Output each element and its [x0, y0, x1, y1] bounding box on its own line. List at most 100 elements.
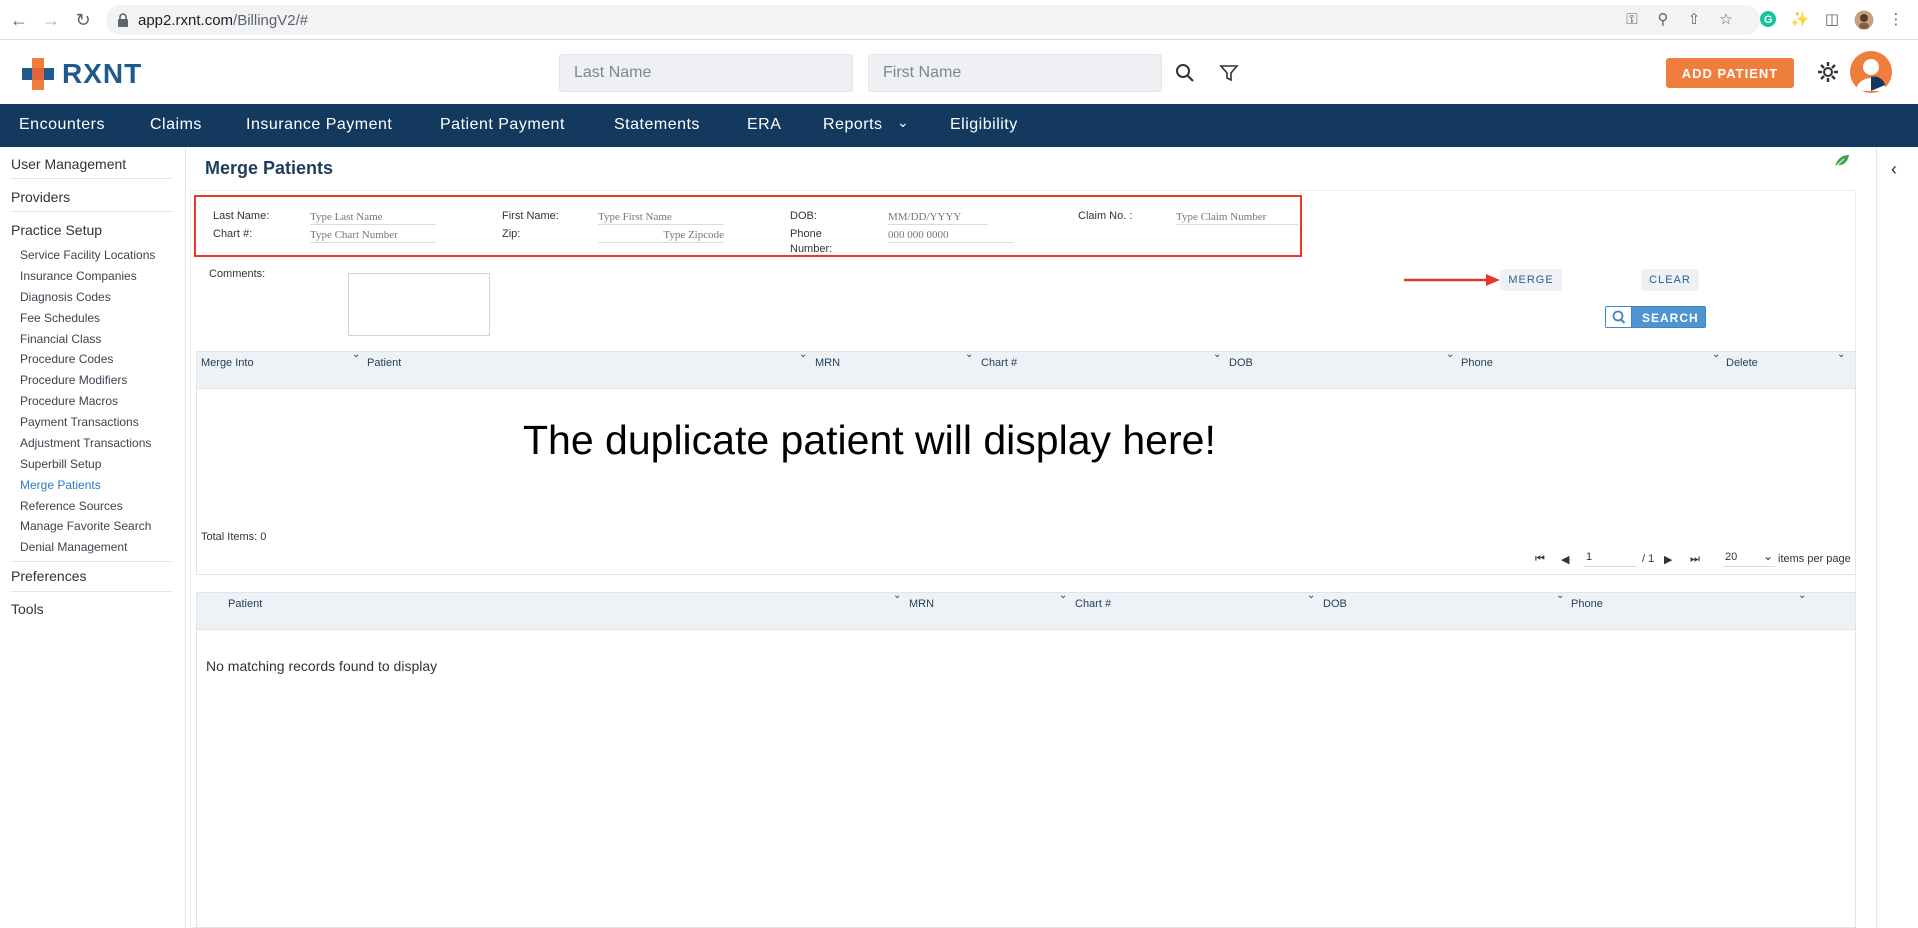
- last-page-icon[interactable]: ⏭: [1690, 553, 1700, 569]
- sidepanel-icon[interactable]: ◫: [1822, 10, 1842, 30]
- reload-icon[interactable]: ↻: [72, 9, 94, 31]
- sidebar-item-tools[interactable]: Tools: [11, 601, 44, 617]
- sidebar-sub-financial-class[interactable]: Financial Class: [20, 332, 101, 346]
- sidebar-sub-payment-transactions[interactable]: Payment Transactions: [20, 415, 139, 429]
- sidebar-sub-service-facility-locations[interactable]: Service Facility Locations: [20, 248, 155, 262]
- comments-textarea[interactable]: [348, 273, 490, 336]
- first-name-field[interactable]: Type First Name: [598, 211, 724, 225]
- sidebar-item-practice-setup[interactable]: Practice Setup: [11, 222, 102, 238]
- column-patient[interactable]: Patient: [367, 357, 401, 369]
- sidebar-sub-diagnosis-codes[interactable]: Diagnosis Codes: [20, 290, 111, 304]
- chevron-down-icon[interactable]: ⌄: [965, 349, 973, 360]
- sidebar: User Management Providers Practice Setup…: [0, 147, 186, 928]
- chevron-down-icon[interactable]: ⌄: [1446, 349, 1454, 360]
- sidebar-sub-procedure-codes[interactable]: Procedure Codes: [20, 352, 113, 366]
- filter-icon[interactable]: [1218, 62, 1240, 84]
- sidebar-sub-superbill-setup[interactable]: Superbill Setup: [20, 457, 101, 471]
- column-phone[interactable]: Phone: [1571, 598, 1603, 610]
- search-icon[interactable]: [1174, 62, 1196, 84]
- first-page-icon[interactable]: ⏮: [1535, 553, 1545, 569]
- zip-field[interactable]: Type Zipcode: [598, 229, 724, 243]
- last-name-field[interactable]: Type Last Name: [310, 211, 436, 225]
- rxnt-logo[interactable]: RXNT: [20, 56, 150, 92]
- column-mrn[interactable]: MRN: [815, 357, 840, 369]
- sidebar-sub-adjustment-transactions[interactable]: Adjustment Transactions: [20, 436, 151, 450]
- column-mrn[interactable]: MRN: [909, 598, 934, 610]
- share-icon[interactable]: ⇧: [1684, 10, 1704, 30]
- sidebar-sub-manage-favorite-search[interactable]: Manage Favorite Search: [20, 519, 151, 533]
- grammarly-icon[interactable]: G: [1758, 10, 1778, 30]
- nav-statements[interactable]: Statements: [614, 116, 700, 134]
- chart-number-field[interactable]: Type Chart Number: [310, 229, 436, 243]
- column-chart-number[interactable]: Chart #: [981, 357, 1017, 369]
- zoom-icon[interactable]: ⚲: [1653, 10, 1673, 30]
- dob-field[interactable]: MM/DD/YYYY: [888, 211, 988, 225]
- chevron-down-icon[interactable]: ⌄: [352, 349, 360, 360]
- header-last-name-input[interactable]: [559, 54, 853, 92]
- browser-toolbar: ← → ↻ app2.rxnt.com/BillingV2/# ⚿ ⚲ ⇧ ☆ …: [0, 0, 1918, 40]
- page-total: / 1: [1642, 553, 1655, 565]
- forward-icon[interactable]: →: [40, 9, 62, 31]
- star-icon[interactable]: ☆: [1716, 10, 1736, 30]
- lock-icon: [118, 13, 128, 27]
- chevron-down-icon[interactable]: ⌄: [1307, 590, 1315, 601]
- search-button[interactable]: SEARCH: [1605, 306, 1706, 328]
- page-title: Merge Patients: [205, 158, 334, 178]
- header-first-name-input[interactable]: [868, 54, 1162, 92]
- chevron-down-icon[interactable]: ⌄: [1556, 590, 1564, 601]
- profile-avatar-icon[interactable]: [1854, 10, 1874, 30]
- chevron-left-icon[interactable]: ‹: [1891, 159, 1897, 180]
- sidebar-sub-denial-management[interactable]: Denial Management: [20, 540, 127, 554]
- claim-number-field[interactable]: Type Claim Number: [1176, 211, 1298, 225]
- clear-button[interactable]: CLEAR: [1641, 269, 1699, 291]
- phone-field[interactable]: 000 000 0000: [888, 229, 1014, 243]
- chevron-down-icon[interactable]: ⌄: [1059, 590, 1067, 601]
- extensions-icon[interactable]: ✨: [1790, 10, 1810, 30]
- page-size-select[interactable]: 20 ⌄: [1723, 549, 1775, 567]
- nav-encounters[interactable]: Encounters: [19, 116, 105, 134]
- add-patient-button[interactable]: ADD PATIENT: [1666, 58, 1794, 88]
- nav-era[interactable]: ERA: [747, 116, 781, 134]
- column-dob[interactable]: DOB: [1229, 357, 1253, 369]
- url-text: app2.rxnt.com/BillingV2/#: [138, 12, 309, 29]
- nav-insurance-payment[interactable]: Insurance Payment: [246, 116, 392, 134]
- nav-claims[interactable]: Claims: [150, 116, 202, 134]
- address-bar[interactable]: app2.rxnt.com/BillingV2/#: [106, 5, 1760, 35]
- chevron-down-icon[interactable]: ⌄: [799, 349, 807, 360]
- next-page-icon[interactable]: ▶: [1664, 553, 1672, 569]
- sidebar-item-user-management[interactable]: User Management: [11, 156, 126, 172]
- gear-icon[interactable]: [1816, 60, 1840, 84]
- last-name-label: Last Name:: [213, 210, 270, 222]
- chevron-down-icon[interactable]: ⌄: [1712, 349, 1720, 360]
- chevron-down-icon[interactable]: ⌄: [1837, 349, 1845, 360]
- back-icon[interactable]: ←: [8, 9, 30, 31]
- sidebar-divider: [10, 178, 172, 179]
- sidebar-sub-insurance-companies[interactable]: Insurance Companies: [20, 269, 137, 283]
- sidebar-item-preferences[interactable]: Preferences: [11, 568, 86, 584]
- column-chart-number[interactable]: Chart #: [1075, 598, 1111, 610]
- column-patient[interactable]: Patient: [228, 598, 262, 610]
- user-avatar[interactable]: [1850, 51, 1892, 93]
- chevron-down-icon[interactable]: ⌄: [897, 114, 909, 131]
- column-dob[interactable]: DOB: [1323, 598, 1347, 610]
- sidebar-item-providers[interactable]: Providers: [11, 189, 70, 205]
- prev-page-icon[interactable]: ◀: [1561, 553, 1569, 569]
- nav-patient-payment[interactable]: Patient Payment: [440, 116, 565, 134]
- chevron-down-icon[interactable]: ⌄: [893, 590, 901, 601]
- chrome-menu-icon[interactable]: ⋮: [1886, 10, 1906, 30]
- chevron-down-icon[interactable]: ⌄: [1798, 590, 1806, 601]
- column-delete[interactable]: Delete: [1726, 357, 1758, 369]
- page-number-input[interactable]: 1: [1583, 551, 1637, 567]
- sidebar-sub-merge-patients[interactable]: Merge Patients: [20, 478, 101, 492]
- sidebar-sub-procedure-macros[interactable]: Procedure Macros: [20, 394, 118, 408]
- column-phone[interactable]: Phone: [1461, 357, 1493, 369]
- key-icon[interactable]: ⚿: [1622, 10, 1642, 30]
- merge-button[interactable]: MERGE: [1500, 269, 1562, 291]
- sidebar-sub-fee-schedules[interactable]: Fee Schedules: [20, 311, 100, 325]
- nav-eligibility[interactable]: Eligibility: [950, 116, 1018, 134]
- chevron-down-icon[interactable]: ⌄: [1213, 349, 1221, 360]
- nav-reports[interactable]: Reports: [823, 116, 883, 134]
- column-merge-into[interactable]: Merge Into: [201, 357, 254, 369]
- sidebar-sub-reference-sources[interactable]: Reference Sources: [20, 499, 123, 513]
- sidebar-sub-procedure-modifiers[interactable]: Procedure Modifiers: [20, 373, 127, 387]
